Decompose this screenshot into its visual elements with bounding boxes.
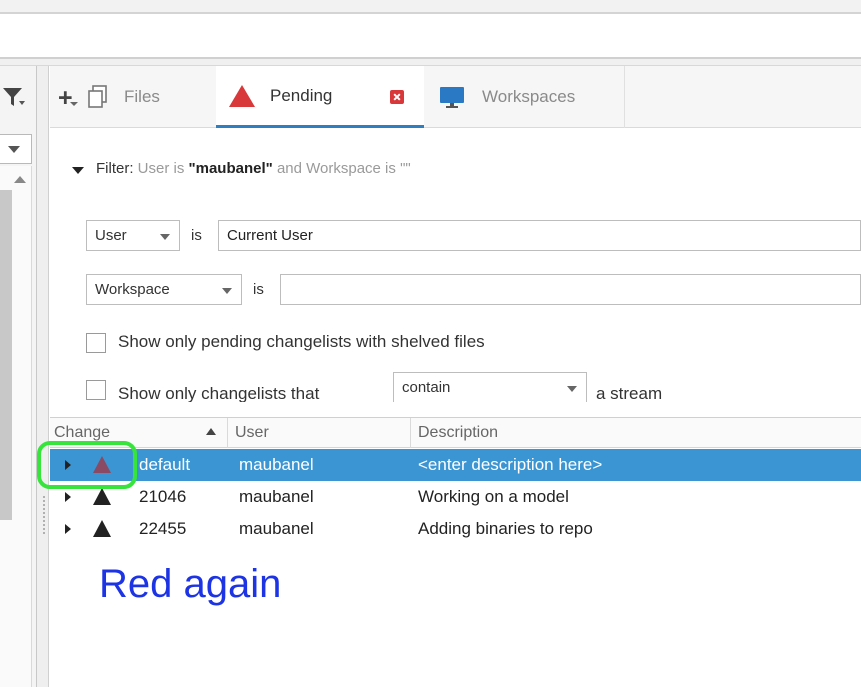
window-top-band xyxy=(0,0,861,14)
panel-splitter[interactable] xyxy=(37,66,49,687)
tab-files[interactable]: Files xyxy=(80,66,210,128)
table-row[interactable]: 21046 maubanel Working on a model xyxy=(50,481,861,513)
changelist-icon xyxy=(93,488,111,505)
cell-change: 22455 xyxy=(139,519,187,538)
cell-change: 21046 xyxy=(139,487,187,506)
cell-user: maubanel xyxy=(239,487,314,506)
column-header-user[interactable]: User xyxy=(235,424,269,442)
sort-ascending-icon xyxy=(206,428,216,435)
workspace-monitor-icon xyxy=(440,87,464,108)
shelved-files-label: Show only pending changelists with shelv… xyxy=(118,332,485,351)
tab-workspaces[interactable]: Workspaces xyxy=(430,66,620,128)
cell-user: maubanel xyxy=(239,519,314,538)
cell-change: default xyxy=(139,455,191,474)
filter-funnel-icon[interactable] xyxy=(2,86,26,108)
user-field-select-value: User xyxy=(95,227,127,244)
user-value-field[interactable]: Current User xyxy=(218,220,861,251)
table-row[interactable]: default maubanel <enter description here… xyxy=(50,449,861,481)
tab-bar: + Files Pending Workspaces xyxy=(50,66,861,128)
user-field-select[interactable]: User xyxy=(86,220,180,251)
filter-expand-toggle[interactable] xyxy=(72,167,84,174)
scroll-thumb[interactable] xyxy=(0,190,12,520)
left-panel xyxy=(0,66,37,687)
left-panel-scrollbar[interactable] xyxy=(0,166,32,687)
tab-files-label: Files xyxy=(124,87,160,106)
filter-summary[interactable]: Filter: User is "maubanel" and Workspace… xyxy=(96,160,411,177)
changelist-table: Change User Description default maubanel… xyxy=(50,402,861,687)
expand-row-icon[interactable] xyxy=(65,492,71,502)
filter-summary-workspace: "" xyxy=(400,160,411,177)
chevron-down-icon xyxy=(160,234,170,240)
close-tab-icon[interactable] xyxy=(390,90,404,104)
stream-checkbox[interactable] xyxy=(86,380,106,400)
stream-label-pre: Show only changelists that xyxy=(118,384,320,403)
filter-summary-pre: User is xyxy=(137,160,185,177)
toolbar-strip xyxy=(0,59,861,66)
shelved-files-checkbox[interactable] xyxy=(86,333,106,353)
expand-row-icon[interactable] xyxy=(65,524,71,534)
column-header-change[interactable]: Change xyxy=(54,424,110,442)
column-separator[interactable] xyxy=(227,418,228,448)
filter-prefix: Filter: xyxy=(96,160,134,177)
files-icon xyxy=(88,85,107,108)
column-header-description[interactable]: Description xyxy=(418,424,498,442)
tab-separator xyxy=(624,66,625,128)
workspace-value-field[interactable] xyxy=(280,274,861,305)
pending-changelist-icon xyxy=(229,84,255,107)
filter-summary-mid: and Workspace is xyxy=(276,160,396,177)
chevron-down-icon xyxy=(567,386,577,392)
chevron-down-icon xyxy=(222,288,232,294)
column-separator[interactable] xyxy=(410,418,411,448)
chevron-down-icon xyxy=(8,146,20,153)
tab-pending[interactable]: Pending xyxy=(216,66,424,128)
scroll-up-icon[interactable] xyxy=(14,176,26,183)
workspace-field-select[interactable]: Workspace xyxy=(86,274,242,305)
filter-operator-label: is xyxy=(191,227,202,244)
filter-operator-label: is xyxy=(253,281,264,298)
filter-summary-user: "maubanel" xyxy=(188,160,273,177)
stream-contain-value: contain xyxy=(402,379,451,396)
highlight-circle xyxy=(37,441,137,489)
annotation-text: Red again xyxy=(99,562,282,606)
table-row[interactable]: 22455 maubanel Adding binaries to repo xyxy=(50,513,861,545)
stream-contain-select[interactable]: contain xyxy=(393,372,587,403)
changelist-icon xyxy=(93,520,111,537)
cell-description: Adding binaries to repo xyxy=(418,519,593,538)
user-value-text: Current User xyxy=(227,227,313,244)
splitter-grip[interactable] xyxy=(43,496,45,534)
cell-description: Working on a model xyxy=(418,487,569,506)
tab-workspaces-label: Workspaces xyxy=(482,87,576,106)
table-header: Change User Description xyxy=(50,417,861,448)
toolbar-address-bar xyxy=(0,14,861,59)
workspace-field-select-value: Workspace xyxy=(95,281,170,298)
add-tab-dropdown-icon xyxy=(70,102,78,106)
left-panel-dropdown[interactable] xyxy=(0,134,32,164)
stream-label-post: a stream xyxy=(596,384,663,403)
cell-description: <enter description here> xyxy=(418,455,603,474)
add-tab-button[interactable]: + xyxy=(58,86,78,111)
cell-user: maubanel xyxy=(239,455,314,474)
tab-pending-label: Pending xyxy=(270,85,333,105)
